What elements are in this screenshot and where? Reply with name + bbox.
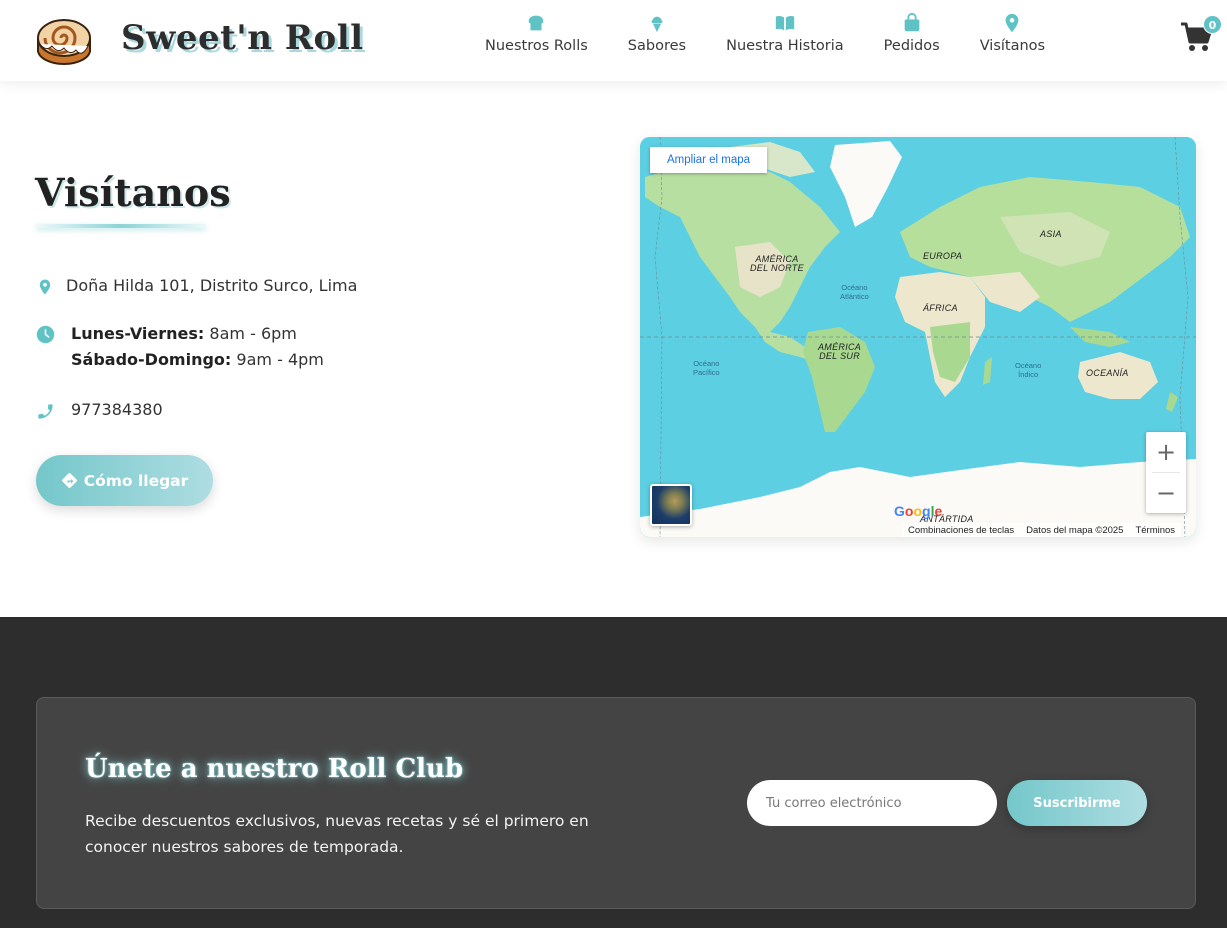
bread-icon [529, 15, 544, 31]
hours-row: Lunes-Viernes: 8am - 6pm Sábado-Domingo:… [36, 321, 324, 373]
clock-icon [36, 325, 55, 344]
phone-text[interactable]: 977384380 [71, 401, 163, 419]
zoom-out-button[interactable]: − [1146, 473, 1186, 513]
location-pin-icon [1005, 13, 1019, 33]
section-title: Visítanos [35, 170, 231, 215]
map-data-text: Datos del mapa ©2025 [1026, 524, 1124, 536]
nav-item-visitanos[interactable]: Visítanos [960, 12, 1065, 54]
newsletter-box: Únete a nuestro Roll Club Recibe descuen… [36, 697, 1196, 909]
terms-link[interactable]: Términos [1135, 525, 1175, 536]
address-text: Doña Hilda 101, Distrito Surco, Lima [66, 276, 358, 295]
map-label-africa: ÁFRICA [923, 304, 958, 313]
nav-label: Visítanos [979, 38, 1046, 54]
directions-button[interactable]: Cómo llegar [36, 455, 213, 506]
google-map[interactable]: AMÉRICA DEL NORTE EUROPA ASIA Océano Atl… [640, 137, 1196, 537]
hours-days: Sábado-Domingo: [71, 350, 232, 369]
map-label-oceania: OCEANÍA [1086, 369, 1129, 378]
map-attribution: Combinaciones de teclas Datos del mapa ©… [902, 523, 1182, 537]
zoom-controls: + − [1146, 432, 1186, 513]
email-field[interactable] [747, 780, 997, 826]
address-row: Doña Hilda 101, Distrito Surco, Lima [36, 277, 357, 296]
hours-time: 8am - 6pm [209, 324, 297, 343]
cart-count-badge: 0 [1203, 15, 1222, 34]
nav-item-nuestros-rolls[interactable]: Nuestros Rolls [465, 12, 608, 54]
world-map [640, 137, 1196, 537]
map-label-text: EUROPA [923, 251, 963, 261]
google-logo: Google [894, 503, 943, 519]
map-label-text: ASIA [1040, 229, 1062, 239]
enlarge-map-link[interactable]: Ampliar el mapa [650, 147, 767, 173]
brand-name[interactable]: Sweet'n Roll [121, 18, 364, 58]
map-label-atlantic: Océano Atlántico [840, 283, 869, 301]
map-label-text: Océano Pacífico [693, 359, 720, 377]
map-label-south-america: AMÉRICA DEL SUR [818, 343, 861, 361]
ice-cream-icon [651, 16, 663, 33]
hours-days: Lunes-Viernes: [71, 324, 205, 343]
nav-item-sabores[interactable]: Sabores [608, 12, 706, 54]
book-icon [775, 15, 795, 31]
nav-item-pedidos[interactable]: Pedidos [864, 12, 960, 54]
map-label-text: ÁFRICA [923, 303, 958, 313]
hours-weekday: Lunes-Viernes: 8am - 6pm [71, 321, 324, 347]
map-label-europe: EUROPA [923, 252, 962, 261]
phone-icon [38, 404, 53, 419]
newsletter-description: Recibe descuentos exclusivos, nuevas rec… [85, 812, 589, 856]
nav-label: Pedidos [883, 38, 940, 54]
cinnamon-roll-logo[interactable] [36, 14, 92, 66]
hours-text: Lunes-Viernes: 8am - 6pm Sábado-Domingo:… [71, 321, 324, 373]
nav-label: Sabores [627, 38, 687, 54]
main-nav: Nuestros Rolls Sabores Nuestra Historia … [465, 12, 1065, 54]
map-label-text: Océano Índico [1015, 361, 1042, 379]
map-label-asia: ASIA [1040, 230, 1062, 239]
satellite-layer-toggle[interactable] [650, 484, 692, 526]
subscribe-button[interactable]: Suscribirme [1007, 780, 1147, 826]
map-label-text: Océano Atlántico [840, 283, 869, 301]
hours-weekend: Sábado-Domingo: 9am - 4pm [71, 347, 324, 373]
map-label-indian: Océano Índico [1015, 361, 1041, 379]
hours-time: 9am - 4pm [236, 350, 324, 369]
nav-label: Nuestros Rolls [485, 38, 588, 54]
site-header: Sweet'n Roll Nuestros Rolls Sabores Nues… [0, 0, 1227, 81]
location-pin-icon [39, 279, 51, 295]
phone-row: 977384380 [36, 401, 163, 421]
site-footer: Únete a nuestro Roll Club Recibe descuen… [0, 617, 1227, 928]
directions-label: Cómo llegar [83, 471, 189, 490]
map-label-text: AMÉRICA DEL NORTE [750, 254, 804, 273]
zoom-in-button[interactable]: + [1146, 432, 1186, 472]
newsletter-title: Únete a nuestro Roll Club [85, 754, 464, 784]
map-label-pacific: Océano Pacífico [693, 359, 720, 377]
nav-item-nuestra-historia[interactable]: Nuestra Historia [706, 12, 864, 54]
map-label-text: OCEANÍA [1086, 368, 1129, 378]
keyboard-shortcuts-link[interactable]: Combinaciones de teclas [908, 525, 1014, 536]
title-underline [36, 224, 206, 228]
map-label-text: AMÉRICA DEL SUR [818, 342, 862, 361]
directions-icon [61, 473, 77, 488]
nav-label: Nuestra Historia [726, 38, 844, 54]
map-label-north-america: AMÉRICA DEL NORTE [750, 255, 804, 273]
shopping-bag-icon [904, 12, 920, 32]
